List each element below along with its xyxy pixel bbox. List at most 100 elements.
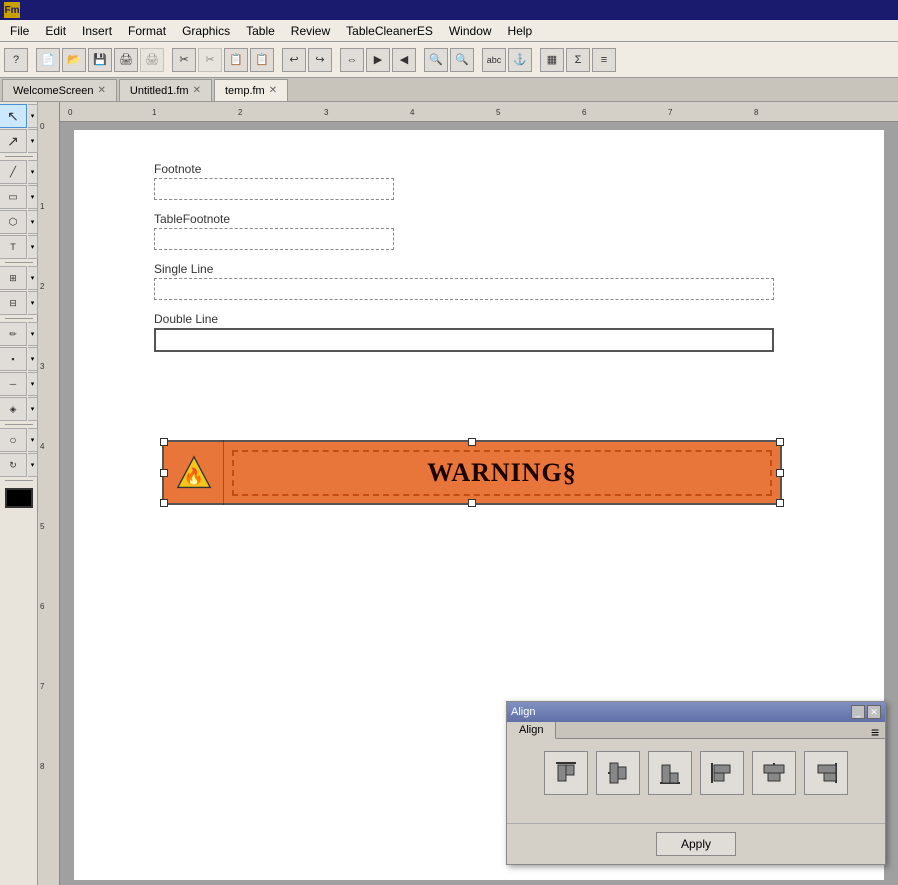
- menu-help[interactable]: Help: [500, 22, 541, 40]
- pencil-tool-arrow[interactable]: ▾: [28, 322, 38, 346]
- tab-close-welcome[interactable]: ✕: [98, 85, 106, 96]
- tab-close-temp[interactable]: ✕: [269, 85, 277, 96]
- dialog-close-btn[interactable]: ✕: [867, 705, 881, 719]
- doubleline-field[interactable]: [154, 328, 774, 352]
- singleline-label: Single Line: [154, 262, 804, 276]
- handle-tl[interactable]: [160, 438, 168, 446]
- polygon-tool-btn[interactable]: ⬡: [0, 210, 27, 234]
- fill-tool-btn[interactable]: ▪: [0, 347, 27, 371]
- handle-tr[interactable]: [776, 438, 784, 446]
- snap-tool-btn[interactable]: ⊟: [0, 291, 27, 315]
- flow-btn[interactable]: ⇔: [340, 48, 364, 72]
- bottom-align-btn[interactable]: [648, 751, 692, 795]
- top-align-btn[interactable]: [544, 751, 588, 795]
- zoom-in-btn[interactable]: 🔍: [424, 48, 448, 72]
- rotate-tool-arrow[interactable]: ▾: [28, 453, 38, 477]
- dialog-footer: Apply: [507, 823, 885, 864]
- stroke-tool-arrow[interactable]: ▾: [28, 372, 38, 396]
- text-tool-btn[interactable]: T: [0, 235, 27, 259]
- menu-tablecleaner[interactable]: TableCleanerES: [338, 22, 441, 40]
- dialog-tab-menu-icon[interactable]: ≡: [869, 722, 885, 738]
- handle-mr[interactable]: [776, 469, 784, 477]
- align-buttons-row: [519, 751, 873, 795]
- snap-tool-arrow[interactable]: ▾: [28, 291, 38, 315]
- redo-btn[interactable]: ↪: [308, 48, 332, 72]
- grid-tool-btn[interactable]: ⊞: [0, 266, 27, 290]
- stroke-tool-btn[interactable]: ─: [0, 372, 27, 396]
- table-btn[interactable]: ▦: [540, 48, 564, 72]
- pencil-tool-btn[interactable]: ✏: [0, 322, 27, 346]
- select-tool-arrow[interactable]: ▾: [28, 104, 38, 128]
- print2-btn[interactable]: 🖨: [140, 48, 164, 72]
- handle-br[interactable]: [776, 499, 784, 507]
- menu-file[interactable]: File: [2, 22, 37, 40]
- help-btn[interactable]: ?: [4, 48, 28, 72]
- handle-bc[interactable]: [468, 499, 476, 507]
- dialog-title: Align: [511, 706, 535, 718]
- menu-review[interactable]: Review: [283, 22, 338, 40]
- spell-btn[interactable]: abc: [482, 48, 506, 72]
- color-swatch[interactable]: [5, 488, 33, 508]
- right-align-btn[interactable]: [804, 751, 848, 795]
- line-tool-btn[interactable]: ╱: [0, 160, 27, 184]
- menu-window[interactable]: Window: [441, 22, 500, 40]
- list-btn[interactable]: ≡: [592, 48, 616, 72]
- back-btn[interactable]: ◀: [392, 48, 416, 72]
- polygon-tool-arrow[interactable]: ▾: [28, 210, 38, 234]
- anchor-btn[interactable]: ⚓: [508, 48, 532, 72]
- footnote-field[interactable]: [154, 178, 394, 200]
- text-tool-arrow[interactable]: ▾: [28, 235, 38, 259]
- menu-format[interactable]: Format: [120, 22, 174, 40]
- align-dialog: Align _ ✕ Align ≡: [506, 701, 886, 865]
- cut2-btn[interactable]: ✂: [198, 48, 222, 72]
- copy-btn[interactable]: 📋: [224, 48, 248, 72]
- warning-banner[interactable]: 🔥 WARNING§: [162, 440, 782, 505]
- menu-graphics[interactable]: Graphics: [174, 22, 238, 40]
- center-h-align-btn[interactable]: [752, 751, 796, 795]
- tablefootnote-label: TableFootnote: [154, 212, 804, 226]
- tab-untitled1[interactable]: Untitled1.fm ✕: [119, 79, 212, 101]
- pointer-tool-btn[interactable]: ↗: [0, 129, 27, 153]
- sigma-btn[interactable]: Σ: [566, 48, 590, 72]
- eyedrop-tool-arrow[interactable]: ▾: [28, 397, 38, 421]
- new-btn[interactable]: 📄: [36, 48, 60, 72]
- menu-bar: File Edit Insert Format Graphics Table R…: [0, 20, 898, 42]
- tab-welcomescreen[interactable]: WelcomeScreen ✕: [2, 79, 117, 101]
- rotate-tool-btn[interactable]: ↻: [0, 453, 27, 477]
- zoom-out-btn[interactable]: 🔍: [450, 48, 474, 72]
- circle-tool-arrow[interactable]: ▾: [28, 428, 38, 452]
- apply-button[interactable]: Apply: [656, 832, 736, 856]
- open-btn[interactable]: 📂: [62, 48, 86, 72]
- left-align-btn[interactable]: [700, 751, 744, 795]
- line-tool-arrow[interactable]: ▾: [28, 160, 38, 184]
- tab-close-untitled1[interactable]: ✕: [193, 85, 201, 96]
- menu-edit[interactable]: Edit: [37, 22, 74, 40]
- undo-btn[interactable]: ↩: [282, 48, 306, 72]
- footnote-section: Footnote: [74, 130, 884, 200]
- fill-tool-arrow[interactable]: ▾: [28, 347, 38, 371]
- tablefootnote-section: TableFootnote: [74, 212, 884, 250]
- tablefootnote-field[interactable]: [154, 228, 394, 250]
- grid-tool-arrow[interactable]: ▾: [28, 266, 38, 290]
- dialog-minimize-btn[interactable]: _: [851, 705, 865, 719]
- select-tool-btn[interactable]: ↖: [0, 104, 27, 128]
- forward-btn[interactable]: ▶: [366, 48, 390, 72]
- rect-tool-arrow[interactable]: ▾: [28, 185, 38, 209]
- dialog-tab-align[interactable]: Align: [507, 722, 556, 739]
- handle-tc[interactable]: [468, 438, 476, 446]
- rect-tool-btn[interactable]: ▭: [0, 185, 27, 209]
- cut-btn[interactable]: ✂: [172, 48, 196, 72]
- tab-tempfm[interactable]: temp.fm ✕: [214, 79, 288, 101]
- save-btn[interactable]: 💾: [88, 48, 112, 72]
- print-btn[interactable]: 🖨: [114, 48, 138, 72]
- center-v-align-btn[interactable]: [596, 751, 640, 795]
- handle-bl[interactable]: [160, 499, 168, 507]
- circle-tool-btn[interactable]: ○: [0, 428, 27, 452]
- handle-ml[interactable]: [160, 469, 168, 477]
- menu-insert[interactable]: Insert: [74, 22, 120, 40]
- menu-table[interactable]: Table: [238, 22, 283, 40]
- paste-btn[interactable]: 📋: [250, 48, 274, 72]
- eyedrop-tool-btn[interactable]: ◈: [0, 397, 27, 421]
- singleline-field[interactable]: [154, 278, 774, 300]
- pointer-tool-arrow[interactable]: ▾: [28, 129, 38, 153]
